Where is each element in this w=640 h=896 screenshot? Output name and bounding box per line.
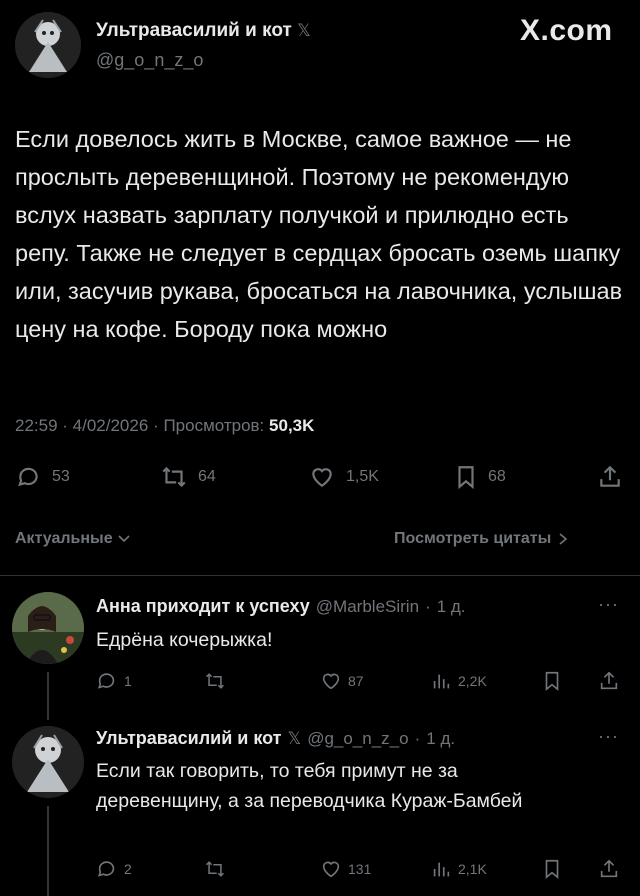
reply-avatar-image <box>12 592 84 664</box>
share-icon <box>600 859 618 878</box>
bookmark-button[interactable]: 68 <box>454 464 506 490</box>
author-name-text[interactable]: Ультравасилий и кот <box>96 20 292 41</box>
like-button[interactable]: 1,5K <box>308 464 379 490</box>
tweet-date[interactable]: 4/02/2026 <box>73 416 149 435</box>
reply-age[interactable]: 1 д. <box>426 729 455 749</box>
reply-avatar-image <box>12 726 84 798</box>
reply-count: 53 <box>52 468 70 485</box>
reply-header: Ультравасилий и кот 𝕏 @g_o_n_z_o · 1 д. <box>96 728 455 749</box>
thread-line <box>47 672 49 720</box>
like-count: 131 <box>348 861 372 877</box>
reply-age[interactable]: 1 д. <box>437 597 466 617</box>
tweet-text: Если довелось жить в Москве, самое важно… <box>15 126 623 342</box>
share-icon <box>600 671 618 690</box>
views-icon <box>433 862 450 877</box>
reply-bookmark-button[interactable] <box>542 858 562 880</box>
tweet-time[interactable]: 22:59 <box>15 416 58 435</box>
heart-icon <box>322 861 340 878</box>
repost-button[interactable]: 64 <box>160 464 216 490</box>
reply-author-handle[interactable]: @g_o_n_z_o <box>307 729 408 749</box>
repost-icon <box>205 673 225 689</box>
reply-text: Едрёна кочерыжка! <box>96 629 273 651</box>
sort-label: Актуальные <box>15 530 113 547</box>
bookmark-icon <box>545 671 559 692</box>
chevron-right-icon <box>559 533 568 545</box>
author-name[interactable]: Ультравасилий и кот 𝕏 <box>96 20 311 42</box>
reply-icon <box>18 467 38 487</box>
reply-repost-button[interactable] <box>204 858 226 880</box>
reply-reply-button[interactable]: 2 <box>96 858 132 880</box>
reply-icon <box>97 861 115 877</box>
repost-icon <box>162 466 186 488</box>
reply-share-button[interactable] <box>598 670 620 692</box>
share-icon <box>600 465 620 487</box>
author-avatar[interactable] <box>15 12 81 78</box>
chevron-down-icon <box>118 535 130 543</box>
sort-dropdown[interactable]: Актуальные <box>15 530 131 548</box>
divider <box>0 575 640 576</box>
reply-avatar[interactable] <box>12 592 84 664</box>
views-count: 50,3K <box>269 416 315 435</box>
meta-separator: · <box>425 597 431 616</box>
share-button[interactable] <box>597 464 623 490</box>
views-icon <box>433 674 450 689</box>
views-label: Просмотров: <box>163 416 265 435</box>
reply-views-button[interactable]: 2,2K <box>430 670 487 692</box>
author-handle[interactable]: @g_o_n_z_o <box>96 50 203 71</box>
heart-icon <box>312 468 332 487</box>
reply-button[interactable]: 53 <box>16 464 70 490</box>
reply-header: Анна приходит к успеху @MarbleSirin · 1 … <box>96 596 466 617</box>
reply-count: 1 <box>124 673 132 689</box>
more-icon[interactable]: ··· <box>598 594 619 615</box>
views-count: 2,2K <box>458 673 487 689</box>
meta-separator: · <box>414 729 421 748</box>
x-badge-icon: 𝕏 <box>287 729 302 748</box>
reply-bookmark-button[interactable] <box>542 670 562 692</box>
x-badge-icon: 𝕏 <box>297 21 311 40</box>
repost-icon <box>205 861 225 877</box>
more-icon[interactable]: ··· <box>598 726 619 747</box>
reply-repost-button[interactable] <box>204 670 226 692</box>
tweet-meta: 22:59 · 4/02/2026 · Просмотров: 50,3K <box>15 416 314 436</box>
reply-share-button[interactable] <box>598 858 620 880</box>
reply-author-name[interactable]: Ультравасилий и кот <box>96 728 281 749</box>
reply-reply-button[interactable]: 1 <box>96 670 132 692</box>
reply-author-name[interactable]: Анна приходит к успеху <box>96 596 310 617</box>
meta-separator: · <box>153 416 164 435</box>
reply-like-button[interactable]: 131 <box>320 858 371 880</box>
heart-icon <box>322 673 340 690</box>
view-quotes-link[interactable]: Посмотреть цитаты <box>394 530 569 548</box>
repost-count: 64 <box>198 468 216 485</box>
bookmark-icon <box>458 466 474 490</box>
views-count: 2,1K <box>458 861 487 877</box>
thread-line <box>47 806 49 896</box>
reply-avatar[interactable] <box>12 726 84 798</box>
meta-separator: · <box>62 416 73 435</box>
bookmark-icon <box>545 859 559 880</box>
reply-author-handle[interactable]: @MarbleSirin <box>316 597 419 617</box>
bookmark-count: 68 <box>488 468 506 485</box>
reply-icon <box>97 673 115 689</box>
reply-text: Если так говорить, то тебя примут не за … <box>96 760 523 812</box>
reply-views-button[interactable]: 2,1K <box>430 858 487 880</box>
reply-count: 2 <box>124 861 132 877</box>
author-avatar-image <box>15 12 81 78</box>
like-count: 87 <box>348 673 364 689</box>
like-count: 1,5K <box>346 468 379 485</box>
site-logo: X.com <box>520 14 613 47</box>
view-quotes-label: Посмотреть цитаты <box>394 530 552 547</box>
reply-like-button[interactable]: 87 <box>320 670 364 692</box>
